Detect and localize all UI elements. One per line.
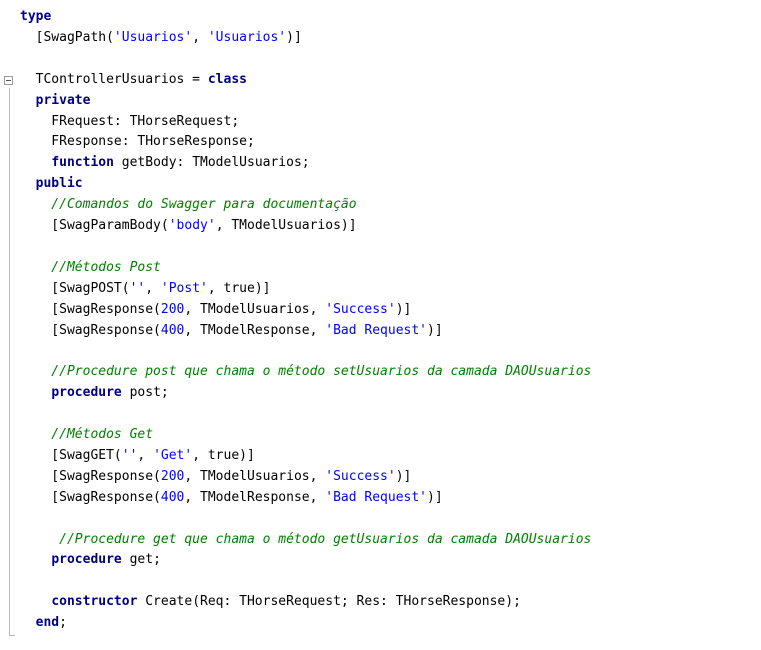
code-token: , bbox=[192, 29, 208, 45]
code-token: //Métodos Post bbox=[20, 259, 161, 275]
code-line[interactable]: //Comandos do Swagger para documentação bbox=[20, 196, 357, 214]
code-token: 400 bbox=[160, 489, 185, 505]
code-line[interactable]: [SwagPath('Usuarios', 'Usuarios')] bbox=[20, 29, 302, 47]
code-line[interactable]: TControllerUsuarios = class bbox=[20, 71, 247, 89]
code-token: [SwagPOST( bbox=[20, 280, 130, 296]
code-line[interactable]: FResponse: THorseResponse; bbox=[20, 133, 255, 151]
code-token: 400 bbox=[160, 322, 185, 338]
code-line[interactable]: [SwagParamBody('body', TModelUsuarios)] bbox=[20, 217, 357, 235]
code-line[interactable]: //Procedure post que chama o método setU… bbox=[20, 363, 591, 381]
code-token: 200 bbox=[160, 301, 185, 317]
code-token: 'Bad Request' bbox=[325, 322, 428, 338]
code-token: '' bbox=[121, 447, 138, 463]
code-line[interactable]: end; bbox=[20, 614, 67, 632]
code-token: , true)] bbox=[192, 447, 255, 463]
code-token: )] bbox=[395, 468, 412, 484]
code-token: , bbox=[145, 280, 161, 296]
code-token: 'Post' bbox=[160, 280, 208, 296]
code-line[interactable]: //Procedure get que chama o método getUs… bbox=[20, 531, 591, 549]
code-token: [SwagParamBody( bbox=[20, 218, 169, 233]
code-line[interactable]: [SwagResponse(400, TModelResponse, 'Bad … bbox=[20, 322, 443, 340]
code-line[interactable]: private bbox=[20, 92, 91, 110]
code-line[interactable]: public bbox=[20, 175, 83, 193]
code-line[interactable]: [SwagResponse(200, TModelUsuarios, 'Succ… bbox=[20, 468, 411, 486]
code-token: )] bbox=[286, 29, 302, 45]
code-token: , true)] bbox=[207, 280, 271, 296]
code-token: 'Get' bbox=[153, 447, 193, 463]
code-token: public bbox=[20, 176, 83, 192]
code-token: [SwagGET( bbox=[20, 447, 122, 463]
code-token: //Métodos Get bbox=[20, 427, 154, 442]
code-token: , TModelUsuarios)] bbox=[215, 218, 357, 233]
code-token: get; bbox=[121, 552, 161, 568]
code-token: , TModelUsuarios, bbox=[184, 301, 326, 317]
code-token: post; bbox=[121, 385, 169, 401]
code-token: )] bbox=[427, 489, 443, 505]
code-line[interactable]: function getBody: TModelUsuarios; bbox=[20, 154, 310, 172]
code-line[interactable]: //Métodos Post bbox=[20, 259, 161, 277]
code-token: )] bbox=[395, 301, 412, 317]
code-token: 'Bad Request' bbox=[325, 489, 428, 505]
code-token: //Procedure post que chama o método setU… bbox=[20, 364, 592, 380]
fold-guide-end bbox=[9, 635, 15, 636]
code-token: type bbox=[20, 9, 52, 24]
code-editor[interactable]: type [SwagPath('Usuarios', 'Usuarios')] … bbox=[0, 0, 761, 650]
code-line[interactable]: procedure post; bbox=[20, 384, 169, 402]
code-token: getBody: TModelUsuarios; bbox=[113, 155, 310, 171]
code-token: [SwagResponse( bbox=[20, 301, 161, 317]
code-token: 'Usuarios' bbox=[113, 29, 193, 45]
code-line[interactable]: procedure get; bbox=[20, 551, 161, 569]
code-token: FResponse: THorseResponse; bbox=[20, 134, 255, 150]
code-token: procedure bbox=[51, 552, 122, 568]
code-token: )] bbox=[427, 322, 443, 338]
code-token: , bbox=[137, 447, 154, 463]
code-token: ; bbox=[59, 615, 67, 631]
code-token: '' bbox=[129, 280, 146, 296]
code-token: constructor bbox=[51, 594, 138, 610]
code-token: 'Success' bbox=[325, 301, 396, 317]
code-token: [SwagResponse( bbox=[20, 489, 161, 505]
code-token: private bbox=[20, 92, 91, 108]
code-token: //Procedure get que chama o método getUs… bbox=[20, 531, 592, 547]
code-line[interactable]: constructor Create(Req: THorseRequest; R… bbox=[20, 593, 521, 611]
fold-guide-line bbox=[9, 88, 10, 635]
code-line[interactable]: //Métodos Get bbox=[20, 426, 153, 444]
code-token: TControllerUsuarios = bbox=[20, 71, 208, 87]
code-token: , TModelResponse, bbox=[184, 489, 326, 505]
code-token: , TModelResponse, bbox=[184, 322, 326, 338]
code-token: [SwagResponse( bbox=[20, 468, 161, 484]
code-token: 'Usuarios' bbox=[207, 29, 287, 45]
code-line[interactable]: [SwagPOST('', 'Post', true)] bbox=[20, 280, 270, 298]
code-token: FRequest: THorseRequest; bbox=[20, 113, 240, 129]
code-token: function bbox=[51, 155, 114, 171]
code-token: , TModelUsuarios, bbox=[184, 468, 326, 484]
code-token: end bbox=[35, 615, 60, 631]
code-line[interactable]: [SwagGET('', 'Get', true)] bbox=[20, 447, 255, 465]
code-token: 'body' bbox=[168, 218, 216, 233]
code-token: Create(Req: THorseRequest; Res: THorseRe… bbox=[137, 594, 521, 610]
fold-collapse-icon[interactable] bbox=[4, 76, 13, 85]
code-line[interactable]: [SwagResponse(200, TModelUsuarios, 'Succ… bbox=[20, 301, 411, 319]
code-token: [SwagPath( bbox=[20, 29, 114, 45]
code-line[interactable]: FRequest: THorseRequest; bbox=[20, 113, 239, 131]
code-line[interactable]: type bbox=[20, 8, 51, 26]
code-token: [SwagResponse( bbox=[20, 322, 161, 338]
code-token: 200 bbox=[160, 468, 185, 484]
code-token: procedure bbox=[51, 385, 122, 401]
code-token: //Comandos do Swagger para documentação bbox=[20, 197, 357, 213]
code-token: class bbox=[207, 71, 247, 87]
code-token: 'Success' bbox=[325, 468, 396, 484]
code-line[interactable]: [SwagResponse(400, TModelResponse, 'Bad … bbox=[20, 489, 443, 507]
